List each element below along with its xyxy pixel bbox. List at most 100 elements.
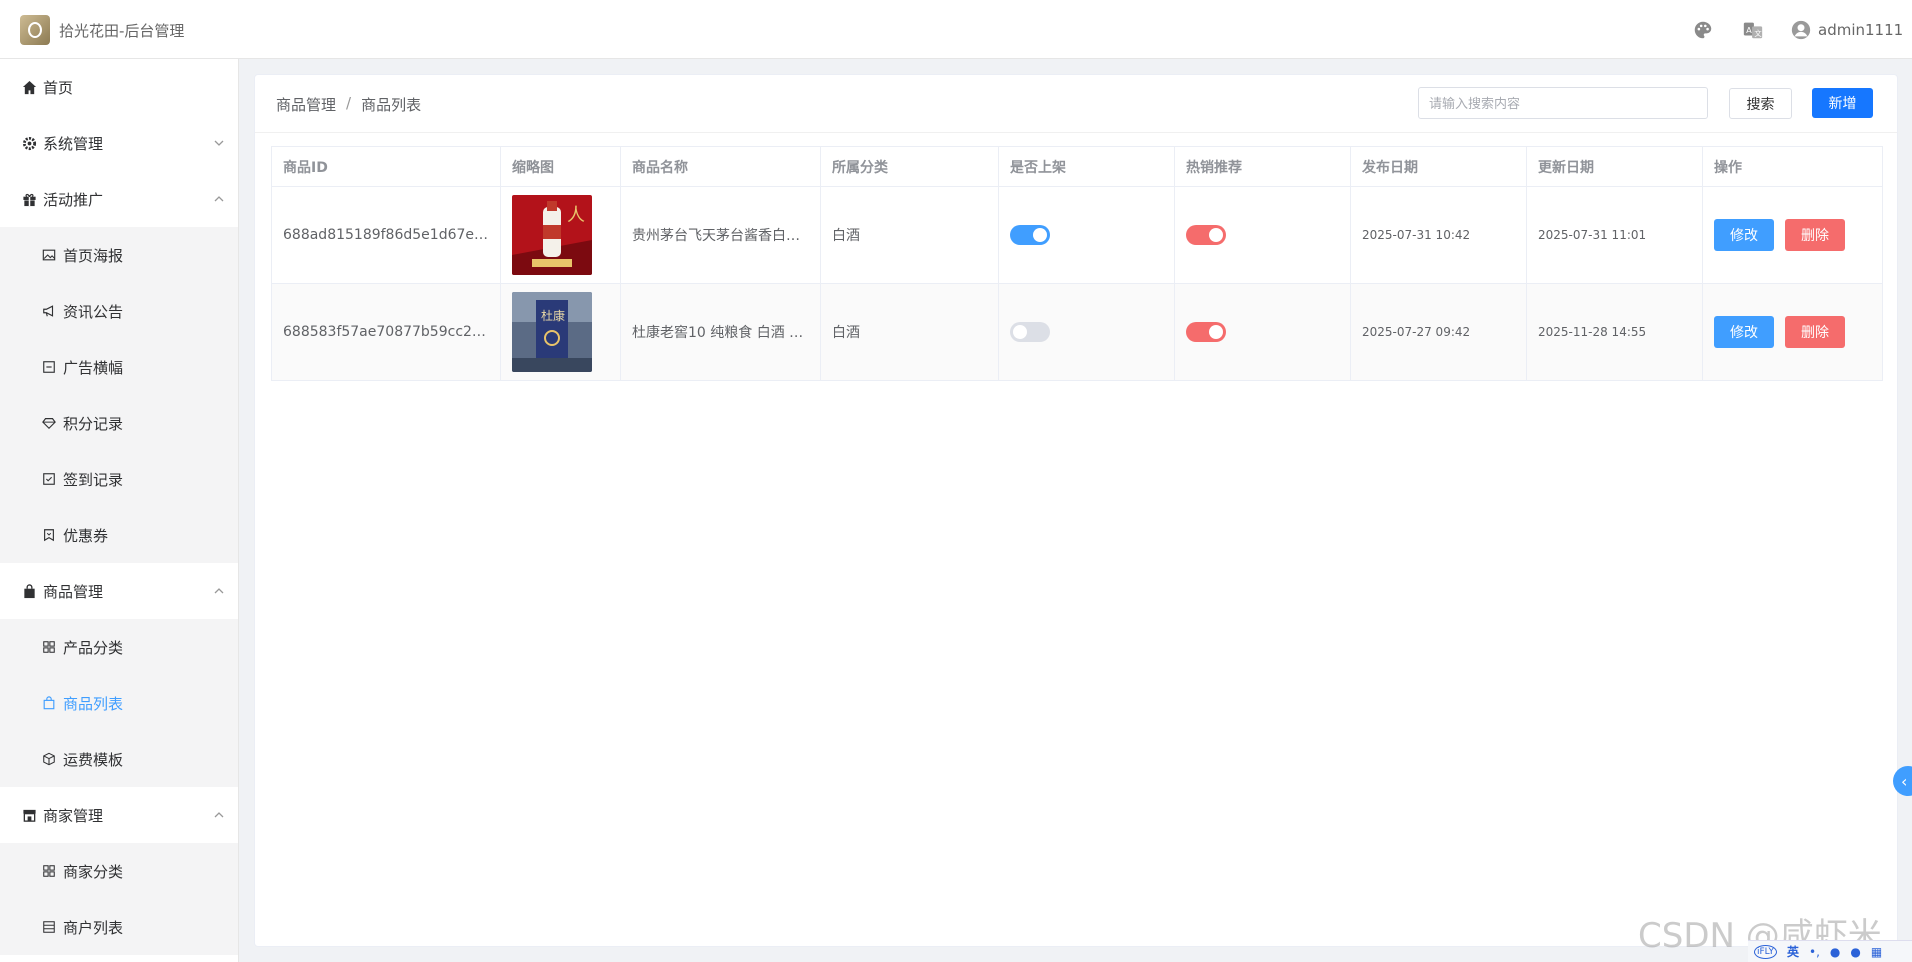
user-menu[interactable]: admin1111 [1790,18,1903,42]
punctuation-icon[interactable]: •, [1809,945,1820,959]
sidebar-item-label: 商家分类 [63,862,124,881]
grid-icon[interactable]: ▦ [1871,945,1882,959]
svg-text:A: A [1746,25,1752,35]
sidebar-item-banner[interactable]: 广告横幅 [0,339,238,395]
shopping-bag-icon [41,695,57,711]
on-shelf-cell [998,283,1175,381]
delete-button[interactable]: 删除 [1785,316,1845,348]
edit-button[interactable]: 修改 [1714,316,1774,348]
on-shelf-cell [998,186,1175,284]
chevron-left-icon: ‹ [1901,771,1908,791]
breadcrumb-current: 商品列表 [361,96,422,114]
search-input[interactable] [1418,87,1708,119]
hot-recommend-toggle[interactable] [1186,322,1226,342]
ime-logo[interactable]: iFLY [1754,944,1777,959]
home-icon [21,79,37,95]
sidebar-item-checkin[interactable]: 签到记录 [0,451,238,507]
product-category: 白酒 [820,186,999,284]
sidebar-item-label: 优惠券 [63,526,109,545]
sidebar-item-merchant-category[interactable]: 商家分类 [0,843,238,899]
updated-date: 2025-11-28 14:55 [1526,283,1703,381]
ime-mode[interactable]: 英 [1787,943,1799,960]
edit-button[interactable]: 修改 [1714,219,1774,251]
column-header: 缩略图 [500,146,621,187]
column-header: 所属分类 [820,146,999,187]
app-logo[interactable] [20,15,50,45]
sidebar-item-merchant[interactable]: 商家管理 [0,787,238,843]
username: admin1111 [1818,21,1904,39]
sidebar-item-news[interactable]: 资讯公告 [0,283,238,339]
published-date: 2025-07-31 10:42 [1350,186,1527,284]
sidebar-item-product-category[interactable]: 产品分类 [0,619,238,675]
column-header: 操作 [1702,146,1883,187]
sidebar-item-label: 商户列表 [63,918,124,937]
megaphone-icon [41,303,57,319]
on-shelf-toggle[interactable] [1010,225,1050,245]
card-header: 商品管理 / 商品列表 搜索 新增 [255,75,1897,133]
breadcrumb-parent[interactable]: 商品管理 [276,94,336,115]
list-icon [41,919,57,935]
sidebar-item-label: 广告横幅 [63,358,124,377]
box-icon [41,751,57,767]
sidebar-item-home-poster[interactable]: 首页海报 [0,227,238,283]
sidebar-item-goods[interactable]: 商品管理 [0,563,238,619]
red-liquor-bottle-image[interactable]: 人 [512,195,592,275]
column-header: 发布日期 [1350,146,1527,187]
sidebar-item-label: 活动推广 [43,190,104,209]
image-icon [41,247,57,263]
sidebar-item-label: 商家管理 [43,806,104,825]
column-header: 更新日期 [1526,146,1703,187]
microphone-icon[interactable]: ● [1830,945,1840,959]
content-card: 商品管理 / 商品列表 搜索 新增 商品ID 缩略图 商品名称 所属分类 是否上… [254,74,1898,947]
column-header: 商品名称 [620,146,821,187]
gear-icon [21,135,37,151]
translate-icon[interactable]: A 文 [1742,19,1764,41]
bag-icon [21,583,37,599]
chevron-down-icon [214,140,224,146]
sidebar-item-system[interactable]: 系统管理 [0,115,238,171]
table-row: 688583f57ae70877b59cc2b0 杜康 杜康老窖10 纯粮食 白… [271,283,1883,381]
chevron-up-icon [214,588,224,594]
sidebar-item-label: 签到记录 [63,470,124,489]
user-icon [1791,20,1811,40]
sidebar-item-promotion[interactable]: 活动推广 [0,171,238,227]
product-name: 贵州茅台飞天茅台酱香白… [620,186,821,284]
sidebar-item-label: 商品列表 [63,694,124,713]
coupon-icon [41,527,57,543]
sidebar-item-label: 首页海报 [63,246,124,265]
product-name: 杜康老窖10 纯粮食 白酒 5… [620,283,821,381]
column-header: 热销推荐 [1174,146,1351,187]
app-title: 拾光花田-后台管理 [59,22,185,40]
grid-icon [41,639,57,655]
sidebar-item-label: 积分记录 [63,414,124,433]
search-button[interactable]: 搜索 [1729,88,1792,119]
actions-cell: 修改 删除 [1702,283,1883,381]
delete-button[interactable]: 删除 [1785,219,1845,251]
sidebar-item-points[interactable]: 积分记录 [0,395,238,451]
sidebar-item-merchant-list[interactable]: 商户列表 [0,899,238,955]
sidebar-item-label: 系统管理 [43,134,104,153]
hot-recommend-toggle[interactable] [1186,225,1226,245]
updated-date: 2025-07-31 11:01 [1526,186,1703,284]
top-header: 拾光花田-后台管理 A 文 admin1111 [0,0,1912,59]
on-shelf-toggle[interactable] [1010,322,1050,342]
blue-liquor-box-image[interactable]: 杜康 [512,292,592,372]
user-icon[interactable]: ● [1850,945,1860,959]
sidebar-item-product-list[interactable]: 商品列表 [0,675,238,731]
product-id: 688ad815189f86d5e1d67e3a [271,186,501,284]
chevron-up-icon [214,196,224,202]
add-button[interactable]: 新增 [1812,88,1873,118]
sidebar-item-shipping-template[interactable]: 运费模板 [0,731,238,787]
sidebar-item-label: 资讯公告 [63,302,124,321]
gift-icon [21,191,37,207]
published-date: 2025-07-27 09:42 [1350,283,1527,381]
sidebar-item-label: 运费模板 [63,750,124,769]
sidebar-item-home[interactable]: 首页 [0,59,238,115]
table-header-row: 商品ID 缩略图 商品名称 所属分类 是否上架 热销推荐 发布日期 更新日期 操… [271,146,1883,187]
product-category: 白酒 [820,283,999,381]
shop-icon [21,807,37,823]
palette-icon[interactable] [1692,19,1714,41]
table-row: 688ad815189f86d5e1d67e3a 人 贵州茅台飞天茅台酱香白… … [271,186,1883,284]
sidebar-item-coupon[interactable]: 优惠券 [0,507,238,563]
hot-cell [1174,186,1351,284]
